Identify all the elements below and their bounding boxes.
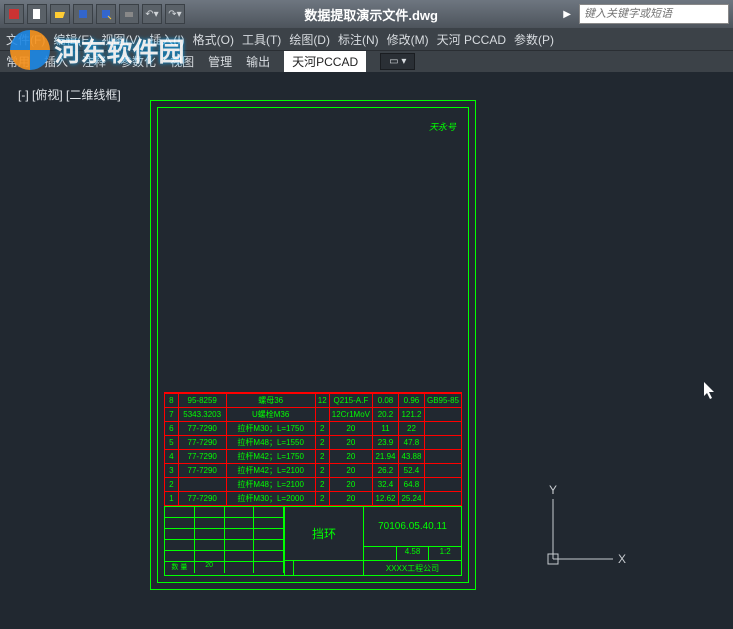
bom-row: 477-7290拉杆M42；L=175022021.9443.88 <box>165 450 462 464</box>
title-bar: ↶▾ ↷▾ 数据提取演示文件.dwg ▶ <box>0 0 733 28</box>
mouse-cursor-icon <box>703 382 717 403</box>
tab-insert[interactable]: 插入 <box>44 53 68 70</box>
ucs-icon: X Y <box>543 484 633 579</box>
info-arrow-icon: ▶ <box>563 9 571 20</box>
tab-pccad[interactable]: 天河PCCAD <box>284 51 366 72</box>
titleblock-revisions: 数 量20 <box>165 507 285 575</box>
menu-pccad[interactable]: 天河 PCCAD <box>437 31 506 48</box>
bom-row: 2拉杆M48；L=210022032.464.8 <box>165 478 462 492</box>
part-name: 挡环 <box>285 507 363 561</box>
menu-format[interactable]: 格式(O) <box>193 31 234 48</box>
drawing-canvas[interactable]: [-] [俯视] [二维线框] 天永号 895-8259螺母3612Q215-A… <box>0 72 733 629</box>
bom-row: 377-7290拉杆M42；L=210022026.252.4 <box>165 464 462 478</box>
scale-value: 4.58 <box>397 547 430 560</box>
tab-view[interactable]: 视图 <box>170 53 194 70</box>
undo-icon[interactable]: ↶▾ <box>142 4 162 24</box>
menu-bar: 文件(F) 编辑(E) 视图(V) 插入(I) 格式(O) 工具(T) 绘图(D… <box>0 28 733 50</box>
tab-output[interactable]: 输出 <box>246 53 270 70</box>
bom-row: 895-8259螺母3612Q215-A.F0.080.96GB95-85 <box>165 394 462 408</box>
panel-dropdown-icon[interactable]: ▭ ▾ <box>380 53 415 70</box>
title-block: 数 量20 挡环 70106.05.40.11 4.58 1:2 XXXX工程公… <box>164 506 462 576</box>
bom-row: 577-7290拉杆M48；L=155022023.947.8 <box>165 436 462 450</box>
open-icon[interactable] <box>50 4 70 24</box>
viewport-label[interactable]: [-] [俯视] [二维线框] <box>18 86 121 103</box>
search-input[interactable] <box>579 4 729 24</box>
bom-row: 177-7290拉杆M30；L=200022012.6225.24 <box>165 492 462 506</box>
bom-table: 895-8259螺母3612Q215-A.F0.080.96GB95-85753… <box>164 392 462 506</box>
sheet-value: 1:2 <box>429 547 461 560</box>
qty-value: 20 <box>195 562 225 573</box>
saveas-icon[interactable] <box>96 4 116 24</box>
quick-access-toolbar: ↶▾ ↷▾ <box>4 4 185 24</box>
menu-modify[interactable]: 修改(M) <box>387 31 429 48</box>
tab-home[interactable]: 常用 <box>6 53 30 70</box>
menu-draw[interactable]: 绘图(D) <box>289 31 330 48</box>
plot-icon[interactable] <box>119 4 139 24</box>
ribbon-tabs: 常用 插入 注释 参数化 视图 管理 输出 天河PCCAD ▭ ▾ <box>0 50 733 72</box>
ucs-y-label: Y <box>549 483 557 497</box>
tab-annotate[interactable]: 注释 <box>82 53 106 70</box>
drawing-frame: 天永号 895-8259螺母3612Q215-A.F0.080.96GB95-8… <box>150 100 476 590</box>
menu-params[interactable]: 参数(P) <box>514 31 554 48</box>
menu-tools[interactable]: 工具(T) <box>242 31 281 48</box>
bom-row: 677-7290拉杆M30；L=17502201122 <box>165 422 462 436</box>
menu-dimension[interactable]: 标注(N) <box>338 31 379 48</box>
company-name: XXXX工程公司 <box>364 561 461 575</box>
redo-icon[interactable]: ↷▾ <box>165 4 185 24</box>
qty-label: 数 量 <box>165 562 195 573</box>
menu-view[interactable]: 视图(V) <box>101 31 141 48</box>
save-icon[interactable] <box>73 4 93 24</box>
document-title: 数据提取演示文件.dwg <box>187 5 555 24</box>
titleblock-right: 70106.05.40.11 4.58 1:2 XXXX工程公司 <box>363 507 461 575</box>
tab-parametric[interactable]: 参数化 <box>120 53 156 70</box>
menu-insert[interactable]: 插入(I) <box>149 31 184 48</box>
corner-mark: 天永号 <box>429 120 456 133</box>
tab-manage[interactable]: 管理 <box>208 53 232 70</box>
menu-file[interactable]: 文件(F) <box>6 31 45 48</box>
bom-row: 75343.3203U螺栓M3612Cr1MoV20.2121.2 <box>165 408 462 422</box>
ucs-x-label: X <box>618 552 626 566</box>
new-icon[interactable] <box>27 4 47 24</box>
titleblock-center: 挡环 <box>285 507 363 575</box>
drawing-border: 天永号 895-8259螺母3612Q215-A.F0.080.96GB95-8… <box>157 107 469 583</box>
part-number: 70106.05.40.11 <box>364 507 461 547</box>
menu-edit[interactable]: 编辑(E) <box>53 31 93 48</box>
app-menu-button[interactable] <box>4 4 24 24</box>
